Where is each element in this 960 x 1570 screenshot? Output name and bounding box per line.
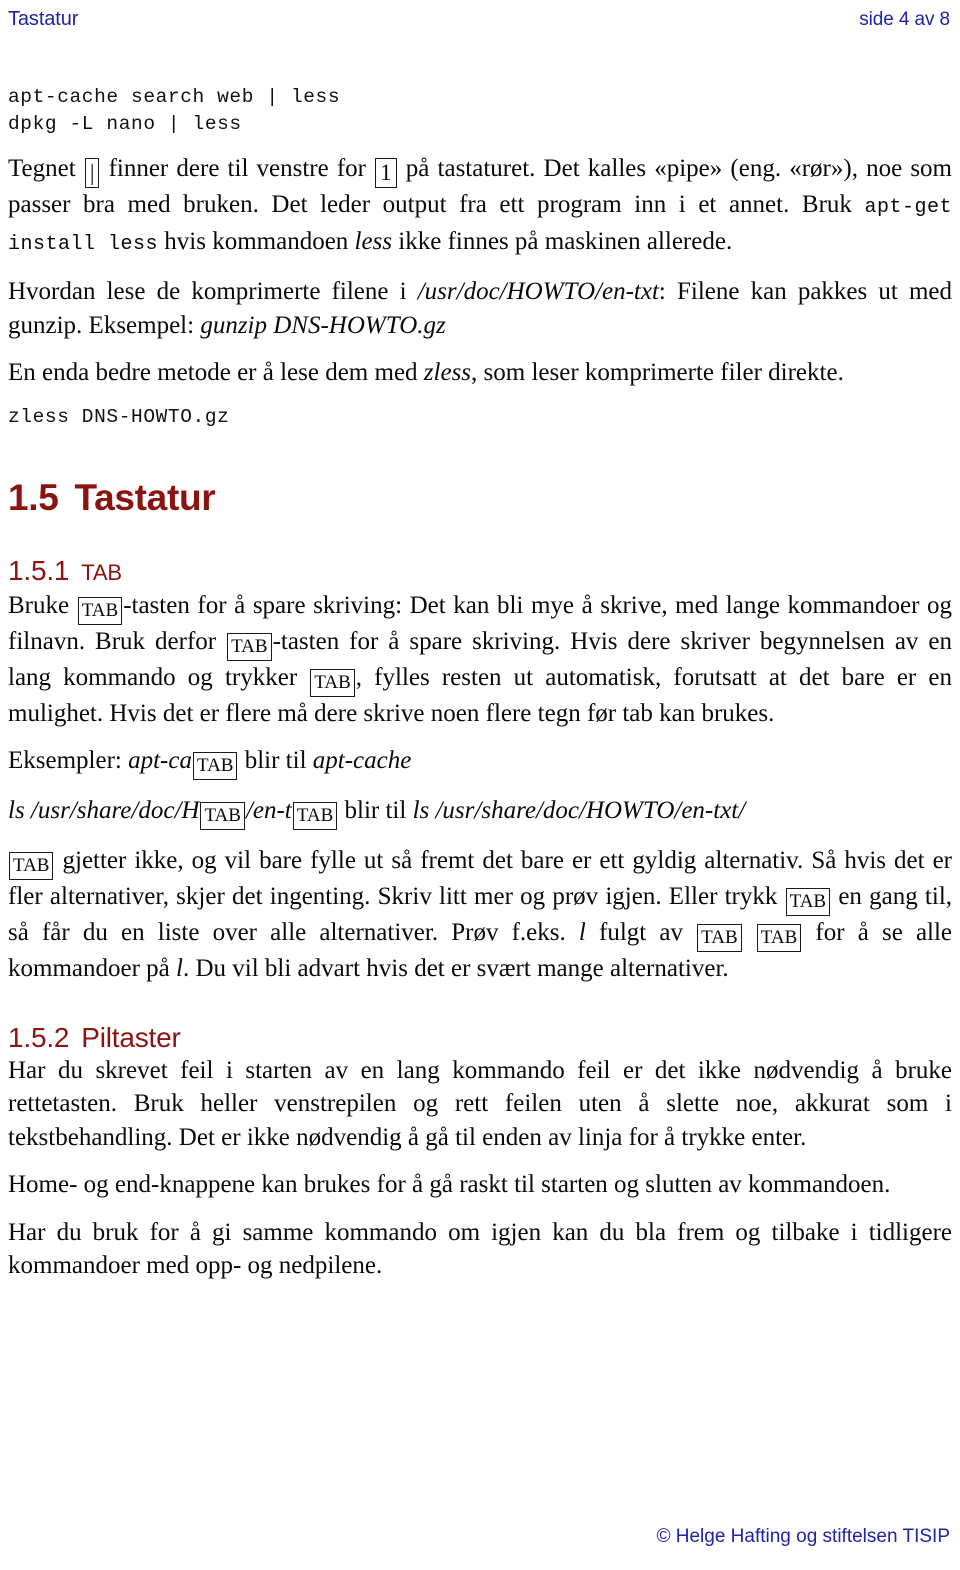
emphasis-letter-l: l (578, 919, 586, 946)
example-input-ls-path: ls /usr/share/doc/H (8, 797, 200, 824)
footer-copyright: © Helge Hafting og stiftelsen TISIP (656, 1526, 950, 1547)
subsection-number: 1.5.1 (8, 554, 70, 586)
keycap-tab-icon: TAB (310, 668, 355, 697)
keycap-tab-icon: TAB (200, 802, 245, 830)
subsection-title: Piltaster (81, 1021, 181, 1053)
text-run: blir til (244, 747, 307, 774)
text-run: . Du vil bli advart hvis det er svært ma… (182, 955, 729, 982)
text-run: blir til (344, 797, 407, 824)
keycap-tab-icon: TAB (77, 596, 123, 625)
example-input-apt-ca: apt-ca (128, 747, 192, 774)
keycap-tab-icon: TAB (697, 924, 742, 952)
keycap-tab-icon: TAB (785, 888, 831, 916)
text-run: ikke finnes på maskinen allerede. (398, 227, 733, 255)
keycap-tab-icon: TAB (756, 924, 802, 952)
keycap-tab-icon: TAB (292, 802, 338, 830)
paragraph-tab-example-1: Eksempler: apt-ca TAB blir til apt-cache (8, 744, 952, 780)
paragraph-zless: En enda bedre metode er å lese dem med z… (8, 356, 952, 390)
text-run: fulgt av (599, 919, 683, 946)
emphasis-less: less (354, 227, 393, 255)
example-output-ls-path: ls /usr/share/doc/HOWTO/en-txt/ (412, 797, 746, 824)
paragraph-tab-example-2: ls /usr/share/doc/H TAB/en-t TAB blir til … (8, 794, 952, 830)
header-page-number: side 4 av 8 (859, 9, 950, 30)
paragraph-gunzip: Hvordan lese de komprimerte filene i /us… (8, 275, 952, 342)
text-run: Tegnet (8, 155, 76, 182)
paragraph-piltaster-2: Home- og end-knappene kan brukes for å g… (8, 1171, 891, 1198)
keycap-one-icon: 1 (375, 158, 397, 188)
subsection-number: 1.5.2 (8, 1021, 70, 1053)
section-title: Tastatur (74, 476, 216, 518)
example-input-en-t: /en-t (245, 797, 292, 824)
text-run: En enda bedre metode er å lese dem med (8, 359, 418, 386)
code-block-zless: zless DNS-HOWTO.gz (8, 404, 952, 431)
paragraph-pipe-explanation: Tegnet | finner dere til venstre for 1 p… (8, 152, 952, 261)
keycap-pipe-icon: | (84, 158, 100, 188)
code-line: zless DNS-HOWTO.gz (8, 405, 230, 428)
code-line: dpkg -L nano | less (8, 113, 242, 135)
keycap-tab-icon: TAB (192, 752, 238, 780)
page-content: apt-cache search web | less dpkg -L nano… (8, 84, 952, 1297)
emphasis-zless: zless (423, 359, 472, 386)
header-chapter-title: Tastatur (8, 8, 79, 30)
subsection-heading-tab: 1.5.1 TAB (8, 555, 952, 589)
paragraph-tab-behaviour: TAB gjetter ikke, og vil bare fylle ut s… (8, 844, 952, 986)
subsection-title: TAB (81, 559, 122, 585)
text-run: hvis kommandoen (164, 227, 349, 255)
example-output-apt-cache: apt-cache (312, 747, 412, 774)
paragraph-piltaster-3: Har du bruk for å gi samme kommando om i… (8, 1218, 952, 1280)
emphasis-letter-l: l (176, 955, 183, 982)
document-page: Tastatur side 4 av 8 apt-cache search we… (0, 0, 960, 1570)
subsection-heading-piltaster: 1.5.2 Piltaster (8, 1022, 952, 1054)
code-line: apt-cache search web | less (8, 86, 341, 108)
keycap-tab-icon: TAB (9, 852, 54, 880)
emphasis-gunzip-example: gunzip DNS-HOWTO.gz (200, 311, 446, 339)
paragraph-piltaster-1: Har du skrevet feil i starten av en lang… (8, 1056, 952, 1151)
text-run: Bruke (8, 591, 70, 619)
text-run: Eksempler: (8, 747, 122, 774)
text-run: , som leser komprimerte filer direkte. (471, 359, 844, 386)
keycap-tab-icon: TAB (227, 632, 272, 661)
text-run: finner dere til venstre for (108, 155, 367, 182)
text-run: Hvordan lese de komprimerte filene i (8, 278, 407, 305)
paragraph-tab-usage: Bruke TAB -tasten for å spare skriving: D… (8, 589, 952, 731)
section-number: 1.5 (8, 476, 59, 518)
code-block-apt-cache: apt-cache search web | less dpkg -L nano… (8, 84, 952, 138)
running-header: Tastatur side 4 av 8 (8, 8, 950, 34)
section-heading-tastatur: 1.5 Tastatur (8, 477, 952, 519)
emphasis-howto-path: /usr/doc/HOWTO/en-txt (417, 278, 659, 305)
